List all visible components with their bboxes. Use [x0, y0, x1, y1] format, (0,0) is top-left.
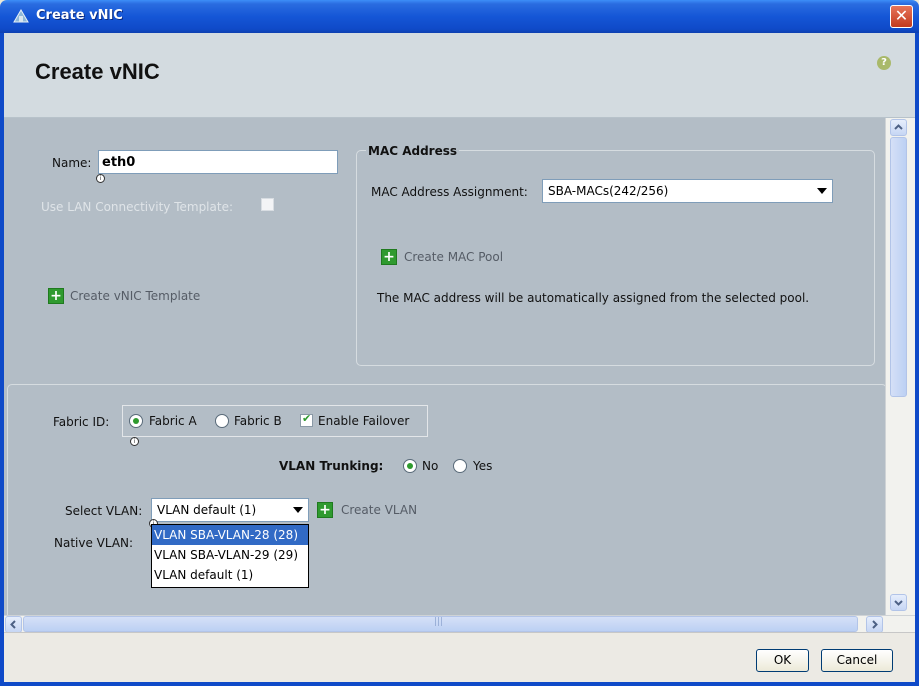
- info-icon: i: [96, 174, 105, 183]
- mac-assignment-value: SBA-MACs(242/256): [548, 184, 669, 198]
- plus-icon[interactable]: +: [48, 288, 64, 304]
- plus-icon[interactable]: +: [317, 502, 333, 518]
- scroll-right-button[interactable]: [866, 616, 883, 633]
- close-icon: ✕: [894, 6, 909, 25]
- chevron-up-icon: [894, 124, 903, 130]
- dialog-header: Create vNIC ?: [4, 33, 915, 118]
- vlan-trunking-no-radio[interactable]: [403, 459, 417, 473]
- scroll-up-button[interactable]: [890, 119, 907, 136]
- scroll-left-button[interactable]: [5, 616, 22, 633]
- vlan-option[interactable]: VLAN default (1): [152, 565, 308, 585]
- use-lan-template-checkbox[interactable]: [261, 198, 274, 211]
- chevron-left-icon: [10, 620, 16, 629]
- window-title: Create vNIC: [36, 8, 123, 23]
- native-vlan-label: Native VLAN:: [54, 536, 134, 550]
- select-vlan-label: Select VLAN:: [65, 504, 143, 518]
- vlan-option[interactable]: VLAN SBA-VLAN-29 (29): [152, 545, 308, 565]
- vlan-trunking-yes-label: Yes: [473, 459, 493, 473]
- enable-failover-label: Enable Failover: [318, 414, 410, 428]
- mac-info-text: The MAC address will be automatically as…: [377, 291, 810, 305]
- form-content: Name: i Use LAN Connectivity Template: +…: [4, 118, 885, 615]
- chevron-down-icon[interactable]: [812, 180, 832, 202]
- vlan-options-list[interactable]: VLAN SBA-VLAN-28 (28) VLAN SBA-VLAN-29 (…: [151, 524, 309, 588]
- fabric-a-radio[interactable]: [129, 414, 143, 428]
- chevron-down-icon: [894, 600, 903, 606]
- vertical-scroll-thumb[interactable]: [890, 137, 907, 397]
- app-icon: [13, 9, 29, 23]
- close-button[interactable]: ✕: [890, 5, 913, 28]
- cancel-button[interactable]: Cancel: [821, 649, 893, 672]
- fabric-id-label: Fabric ID:: [53, 415, 110, 429]
- fabric-a-label: Fabric A: [149, 414, 197, 428]
- fabric-b-label: Fabric B: [234, 414, 282, 428]
- vertical-scrollbar[interactable]: [885, 118, 915, 615]
- dialog-button-bar: OK Cancel: [4, 632, 915, 682]
- fabric-b-radio[interactable]: [215, 414, 229, 428]
- mac-assignment-select[interactable]: SBA-MACs(242/256): [542, 179, 833, 203]
- create-vnic-template-link[interactable]: Create vNIC Template: [70, 289, 200, 303]
- info-icon: i: [130, 437, 139, 446]
- chevron-right-icon: [872, 620, 878, 629]
- vlan-trunking-no-label: No: [422, 459, 439, 473]
- select-vlan-value: VLAN default (1): [157, 503, 257, 517]
- name-input[interactable]: [98, 150, 338, 174]
- vlan-trunking-yes-radio[interactable]: [453, 459, 467, 473]
- scroll-down-button[interactable]: [890, 594, 907, 611]
- horizontal-scroll-thumb[interactable]: |||: [23, 616, 858, 632]
- vlan-trunking-label: VLAN Trunking:: [279, 459, 384, 473]
- window-frame-bottom: [0, 682, 919, 686]
- create-mac-pool-link[interactable]: Create MAC Pool: [404, 250, 503, 264]
- horizontal-scrollbar[interactable]: |||: [4, 615, 915, 633]
- plus-icon[interactable]: +: [381, 249, 397, 265]
- chevron-down-icon[interactable]: [288, 499, 308, 521]
- ok-button[interactable]: OK: [756, 649, 809, 672]
- window-frame-right: [915, 33, 919, 686]
- select-vlan-dropdown[interactable]: VLAN default (1): [151, 498, 309, 522]
- vlan-option[interactable]: VLAN SBA-VLAN-28 (28): [152, 525, 308, 545]
- mac-address-group-title: MAC Address: [366, 144, 460, 158]
- window-titlebar[interactable]: Create vNIC ✕: [0, 0, 919, 33]
- mac-assignment-label: MAC Address Assignment:: [371, 185, 528, 199]
- help-icon[interactable]: ?: [877, 56, 891, 70]
- use-lan-template-label: Use LAN Connectivity Template:: [41, 200, 233, 214]
- enable-failover-checkbox[interactable]: [300, 412, 313, 427]
- create-vlan-link[interactable]: Create VLAN: [341, 503, 417, 517]
- scroll-grip: |||: [434, 617, 444, 627]
- name-label: Name:: [52, 156, 92, 170]
- page-title: Create vNIC: [35, 59, 160, 84]
